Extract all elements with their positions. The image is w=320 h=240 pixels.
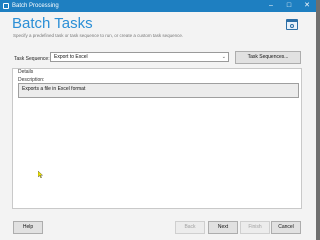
batch-processing-window: Batch Processing – □ ✕ Batch Tasks Speci… bbox=[0, 0, 316, 240]
cancel-button[interactable]: Cancel bbox=[271, 221, 301, 234]
mouse-cursor-icon bbox=[38, 171, 44, 178]
maximize-icon[interactable]: □ bbox=[280, 0, 298, 12]
details-label: Details bbox=[18, 69, 34, 75]
minimize-icon[interactable]: – bbox=[262, 0, 280, 12]
task-sequence-value: Export to Excel bbox=[54, 54, 88, 60]
close-icon[interactable]: ✕ bbox=[298, 0, 316, 12]
page-title: Batch Tasks bbox=[12, 15, 93, 32]
gear-dot-shape bbox=[290, 24, 294, 28]
help-button[interactable]: Help bbox=[13, 221, 43, 234]
description-field: Exports a file in Excel format bbox=[18, 83, 299, 98]
window-title: Batch Processing bbox=[12, 3, 59, 9]
back-button[interactable]: Back bbox=[175, 221, 205, 234]
task-sequences-button[interactable]: Task Sequences... bbox=[235, 51, 301, 64]
next-button[interactable]: Next bbox=[208, 221, 238, 234]
window-bar-shape bbox=[287, 20, 297, 22]
finish-button[interactable]: Finish bbox=[240, 221, 270, 234]
task-sequence-label: Task Sequence: bbox=[14, 56, 50, 62]
task-sequence-select[interactable]: Export to Excel ⌄ bbox=[50, 52, 229, 62]
page-subtitle: Specify a predefined task or task sequen… bbox=[13, 33, 184, 38]
batch-window-icon bbox=[286, 19, 298, 30]
app-icon bbox=[3, 3, 9, 9]
title-bar: Batch Processing – □ ✕ bbox=[0, 0, 316, 12]
chevron-down-icon: ⌄ bbox=[221, 54, 226, 60]
